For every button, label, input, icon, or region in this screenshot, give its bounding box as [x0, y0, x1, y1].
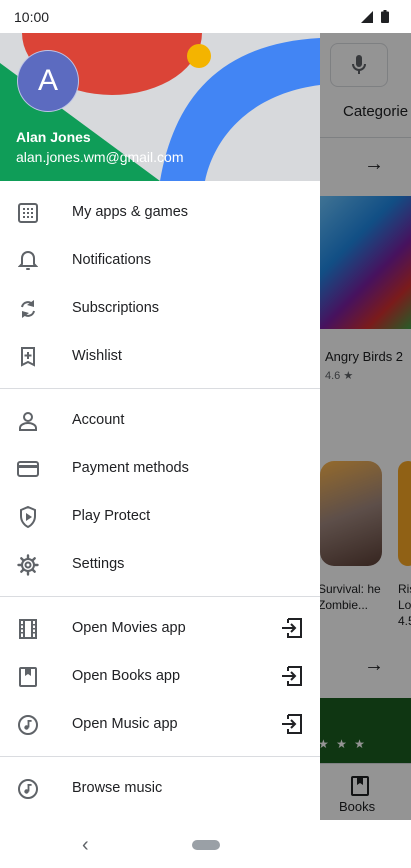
music-note-icon: [17, 778, 39, 800]
menu-item-open-movies[interactable]: Open Movies app: [0, 605, 320, 653]
menu-item-label: Subscriptions: [72, 300, 160, 316]
menu-item-label: Open Music app: [72, 716, 178, 732]
signal-icon: [361, 10, 373, 23]
menu-item-label: Notifications: [72, 252, 151, 268]
open-external-icon: [281, 714, 303, 736]
menu-item-label: Settings: [72, 556, 125, 572]
menu-item-label: Payment methods: [72, 460, 189, 476]
menu-item-open-music[interactable]: Open Music app: [0, 701, 320, 749]
account-name[interactable]: Alan Jones: [16, 129, 91, 145]
menu-item-label: Open Movies app: [72, 620, 186, 636]
drawer-menu: My apps & games Notifications Subscripti…: [0, 181, 320, 813]
film-icon: [17, 618, 39, 640]
menu-item-label: Wishlist: [72, 348, 122, 364]
bell-icon: [17, 250, 39, 272]
menu-item-label: Play Protect: [72, 508, 151, 524]
menu-item-settings[interactable]: Settings: [0, 541, 320, 589]
shield-play-icon: [17, 506, 39, 528]
menu-item-label: Account: [72, 412, 125, 428]
refresh-icon: [17, 298, 39, 320]
menu-item-wishlist[interactable]: Wishlist: [0, 333, 320, 381]
status-bar: 10:00: [0, 0, 411, 33]
person-icon: [17, 410, 39, 432]
menu-divider: [0, 596, 320, 597]
account-email[interactable]: alan.jones.wm@gmail.com: [16, 149, 184, 165]
back-icon[interactable]: ‹: [82, 834, 89, 857]
grid-icon: [17, 202, 39, 224]
menu-item-account[interactable]: Account: [0, 397, 320, 445]
open-external-icon: [281, 618, 303, 640]
credit-card-icon: [17, 458, 39, 480]
menu-divider: [0, 388, 320, 389]
menu-item-browse-music[interactable]: Browse music: [0, 765, 320, 813]
status-icons: [361, 10, 389, 23]
menu-item-open-books[interactable]: Open Books app: [0, 653, 320, 701]
open-external-icon: [281, 666, 303, 688]
menu-item-my-apps[interactable]: My apps & games: [0, 189, 320, 237]
menu-item-subscriptions[interactable]: Subscriptions: [0, 285, 320, 333]
status-time: 10:00: [14, 9, 50, 25]
music-note-icon: [17, 714, 39, 736]
book-icon: [17, 666, 39, 688]
drawer-header: A Alan Jones alan.jones.wm@gmail.com: [0, 33, 320, 181]
menu-item-payment-methods[interactable]: Payment methods: [0, 445, 320, 493]
menu-item-label: Open Books app: [72, 668, 181, 684]
gear-icon: [17, 554, 39, 576]
bookmark-add-icon: [17, 346, 39, 368]
menu-divider: [0, 756, 320, 757]
avatar[interactable]: A: [17, 50, 79, 112]
menu-item-play-protect[interactable]: Play Protect: [0, 493, 320, 541]
home-pill[interactable]: [192, 840, 220, 850]
system-nav-bar: ‹: [0, 820, 411, 868]
menu-item-label: My apps & games: [72, 204, 189, 220]
battery-icon: [381, 10, 389, 23]
navigation-drawer: A Alan Jones alan.jones.wm@gmail.com My …: [0, 33, 320, 820]
menu-item-label: Browse music: [72, 780, 163, 796]
menu-item-notifications[interactable]: Notifications: [0, 237, 320, 285]
